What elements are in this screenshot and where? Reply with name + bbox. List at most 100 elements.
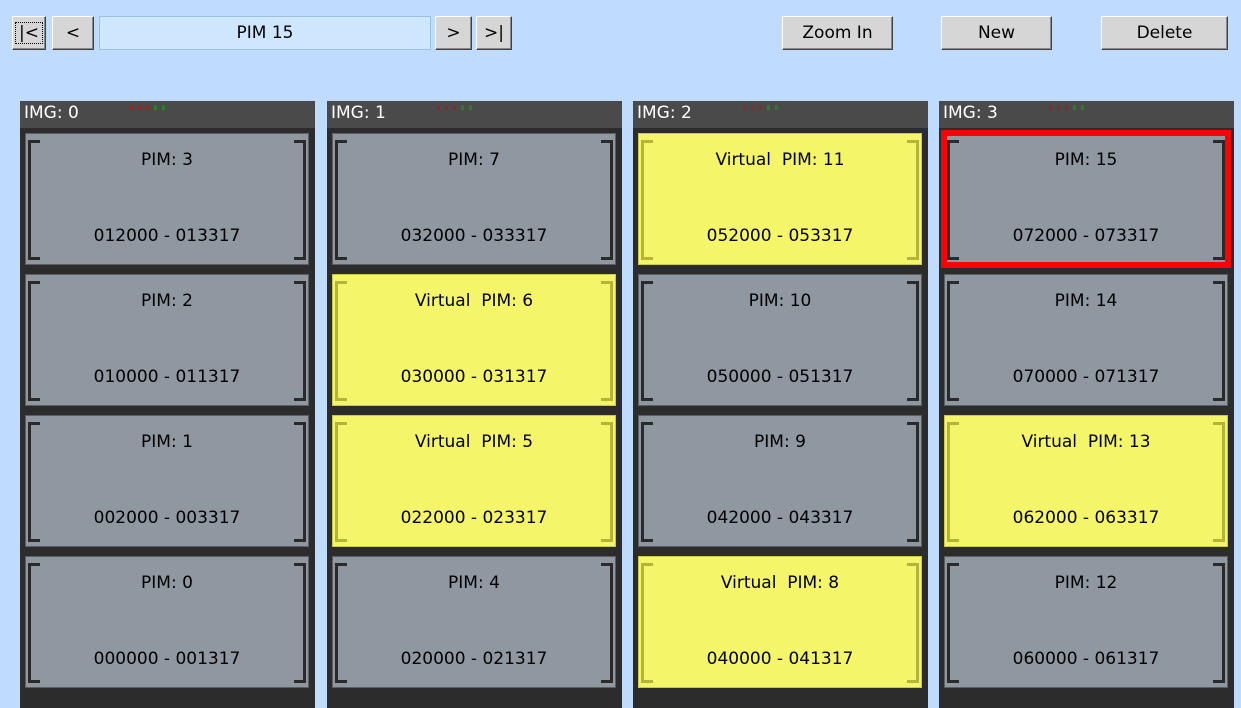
led-indicator-icon [146, 105, 149, 110]
current-pim-title-text: PIM 15 [236, 23, 294, 43]
pim-title: PIM: 3 [141, 150, 193, 170]
led-indicator-icon [1065, 105, 1068, 110]
cabinet-status-leds [437, 105, 472, 110]
pim-address-range: 020000 - 021317 [400, 649, 548, 669]
pim-title: Virtual PIM: 6 [414, 291, 534, 311]
cabinet-header: IMG: 3 [939, 101, 1234, 128]
pim-address-range: 030000 - 031317 [400, 367, 548, 387]
pim-address-range: 042000 - 043317 [706, 508, 854, 528]
led-indicator-icon [743, 105, 746, 110]
pim-address-range: 070000 - 071317 [1012, 367, 1160, 387]
pim-address-range: 012000 - 013317 [93, 226, 241, 246]
cabinet-header: IMG: 1 [327, 101, 622, 128]
led-indicator-icon [751, 105, 754, 110]
pim-title: PIM: 0 [141, 573, 193, 593]
next-button[interactable]: > [435, 16, 472, 50]
pim-title: PIM: 4 [448, 573, 500, 593]
pim-card[interactable]: Virtual PIM: 6 030000 - 031317 [332, 274, 616, 406]
led-indicator-icon [775, 105, 778, 110]
pim-address-range: 052000 - 053317 [706, 226, 854, 246]
pim-title: Virtual PIM: 8 [720, 573, 840, 593]
pim-title: Virtual PIM: 5 [414, 432, 534, 452]
pim-address-range: 050000 - 051317 [706, 367, 854, 387]
zoom-in-label: Zoom In [802, 23, 873, 43]
pim-address-range: 062000 - 063317 [1012, 508, 1160, 528]
pim-address-range: 072000 - 073317 [1012, 226, 1160, 246]
zoom-in-button[interactable]: Zoom In [782, 16, 893, 50]
pim-title: PIM: 1 [141, 432, 193, 452]
pim-card[interactable]: PIM: 2 010000 - 011317 [25, 274, 309, 406]
pim-card[interactable]: PIM: 14 070000 - 071317 [944, 274, 1228, 406]
cabinet-img-0: IMG: 0 PIM: 3 012000 - 013317 PIM: 2 010000 … [20, 101, 315, 708]
pim-card[interactable]: PIM: 10 050000 - 051317 [638, 274, 922, 406]
cabinet-status-leds [1049, 105, 1084, 110]
pim-card[interactable]: PIM: 0 000000 - 001317 [25, 556, 309, 688]
led-indicator-icon [130, 105, 133, 110]
cabinet-label: IMG: 1 [331, 103, 386, 123]
last-button[interactable]: >| [476, 16, 512, 50]
pim-address-range: 032000 - 033317 [400, 226, 548, 246]
delete-button[interactable]: Delete [1101, 16, 1228, 50]
last-icon: >| [484, 23, 504, 43]
cabinet-img-1: IMG: 1 PIM: 7 032000 - 033317 Virtual PIM: … [327, 101, 622, 708]
pim-card[interactable]: PIM: 1 002000 - 003317 [25, 415, 309, 547]
led-indicator-icon [445, 105, 448, 110]
pim-card[interactable]: Virtual PIM: 11 052000 - 053317 [638, 133, 922, 265]
led-indicator-icon [138, 105, 141, 110]
pim-title: Virtual PIM: 13 [1021, 432, 1151, 452]
previous-icon: < [65, 23, 81, 43]
new-label: New [977, 23, 1016, 43]
led-indicator-icon [767, 105, 770, 110]
cabinet-img-3: IMG: 3 PIM: 15 072000 - 073317 PIM: 14 07000… [939, 101, 1234, 708]
pim-address-range: 022000 - 023317 [400, 508, 548, 528]
current-pim-title: PIM 15 [99, 16, 431, 50]
previous-button[interactable]: < [52, 16, 94, 50]
pim-card[interactable]: PIM: 12 060000 - 061317 [944, 556, 1228, 688]
led-indicator-icon [437, 105, 440, 110]
cabinet-label: IMG: 3 [943, 103, 998, 123]
led-indicator-icon [1081, 105, 1084, 110]
cabinet-header: IMG: 0 [20, 101, 315, 128]
pim-address-range: 000000 - 001317 [93, 649, 241, 669]
pim-title: PIM: 10 [748, 291, 812, 311]
cabinet-status-leds [743, 105, 778, 110]
pim-address-range: 010000 - 011317 [93, 367, 241, 387]
cabinet-label: IMG: 0 [24, 103, 79, 123]
pim-title: PIM: 12 [1054, 573, 1118, 593]
led-indicator-icon [1057, 105, 1060, 110]
pim-card[interactable]: PIM: 9 042000 - 043317 [638, 415, 922, 547]
pim-card[interactable]: PIM: 3 012000 - 013317 [25, 133, 309, 265]
delete-label: Delete [1136, 23, 1193, 43]
pim-title: PIM: 15 [1054, 150, 1118, 170]
led-indicator-icon [1073, 105, 1076, 110]
cabinet-img-2: IMG: 2 Virtual PIM: 11 052000 - 053317 PIM:… [633, 101, 928, 708]
led-indicator-icon [469, 105, 472, 110]
cabinet-label: IMG: 2 [637, 103, 692, 123]
pim-address-range: 002000 - 003317 [93, 508, 241, 528]
pim-title: PIM: 9 [754, 432, 806, 452]
first-icon: |< [15, 22, 43, 44]
led-indicator-icon [154, 105, 157, 110]
cabinet-status-leds [130, 105, 165, 110]
pim-card[interactable]: PIM: 7 032000 - 033317 [332, 133, 616, 265]
pim-title: Virtual PIM: 11 [715, 150, 845, 170]
new-button[interactable]: New [941, 16, 1052, 50]
led-indicator-icon [453, 105, 456, 110]
pim-card[interactable]: PIM: 4 020000 - 021317 [332, 556, 616, 688]
pim-card[interactable]: Virtual PIM: 8 040000 - 041317 [638, 556, 922, 688]
pim-card-selected[interactable]: PIM: 15 072000 - 073317 [941, 130, 1231, 268]
first-button[interactable]: |< [12, 16, 46, 50]
pim-address-range: 060000 - 061317 [1012, 649, 1160, 669]
led-indicator-icon [759, 105, 762, 110]
led-indicator-icon [461, 105, 464, 110]
pim-title: PIM: 2 [141, 291, 193, 311]
next-icon: > [446, 23, 461, 43]
led-indicator-icon [1049, 105, 1052, 110]
pim-address-range: 040000 - 041317 [706, 649, 854, 669]
pim-card[interactable]: Virtual PIM: 13 062000 - 063317 [944, 415, 1228, 547]
led-indicator-icon [162, 105, 165, 110]
pim-title: PIM: 14 [1054, 291, 1118, 311]
pim-card[interactable]: Virtual PIM: 5 022000 - 023317 [332, 415, 616, 547]
cabinet-header: IMG: 2 [633, 101, 928, 128]
pim-title: PIM: 7 [448, 150, 500, 170]
